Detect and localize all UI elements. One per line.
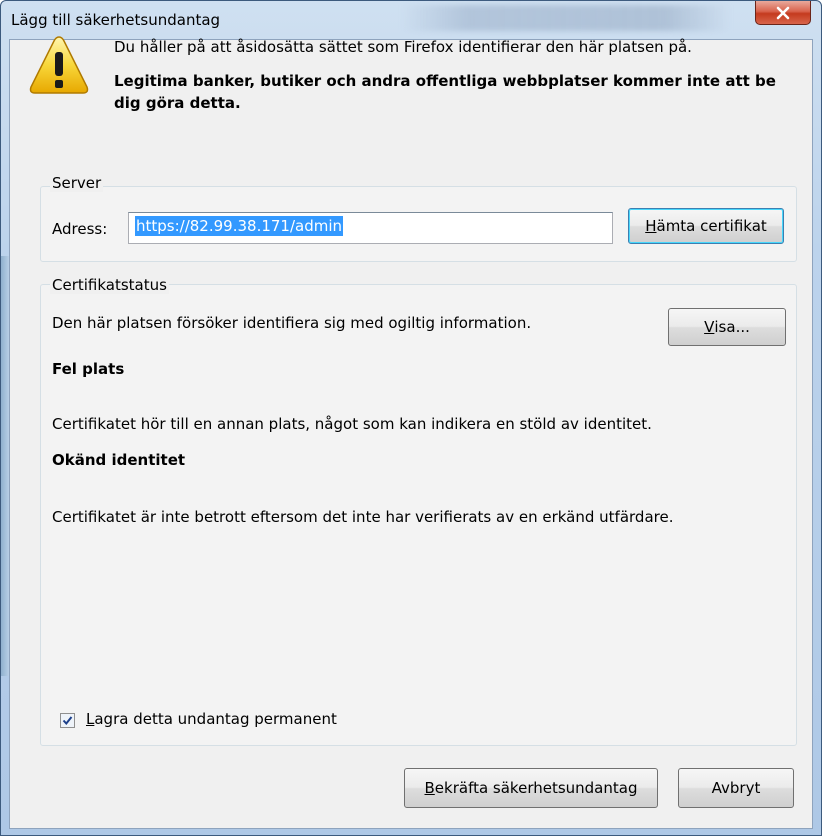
wrong-site-description: Certifikatet hör till en annan plats, nå… — [52, 415, 652, 433]
unknown-identity-description: Certifikatet är inte betrott eftersom de… — [52, 508, 674, 526]
fetch-certificate-label: ämta certifikat — [656, 217, 767, 235]
warning-icon — [29, 36, 89, 94]
close-icon — [776, 6, 790, 19]
certificate-status-text: Den här platsen försöker identifiera sig… — [52, 314, 532, 332]
view-certificate-label: isa... — [714, 318, 750, 336]
view-certificate-accel: V — [704, 318, 715, 336]
close-button[interactable] — [755, 1, 811, 25]
server-group-label: Server — [50, 174, 104, 192]
title-bar-background — [401, 5, 731, 31]
address-input[interactable]: https://82.99.38.171/admin — [128, 212, 613, 244]
confirm-exception-button[interactable]: Bekräfta säkerhetsundantag — [404, 768, 658, 808]
cancel-button[interactable]: Avbryt — [678, 768, 794, 808]
view-certificate-button[interactable]: Visa... — [668, 308, 786, 346]
certificate-status-label: Certifikatstatus — [50, 276, 169, 294]
permanent-checkbox-label[interactable]: Lagra detta undantag permanent — [86, 710, 337, 728]
checkmark-icon — [62, 716, 73, 726]
title-bar[interactable]: Lägg till säkerhetsundantag — [1, 1, 821, 39]
wrong-site-title: Fel plats — [52, 360, 125, 378]
confirm-label: ekräfta säkerhetsundantag — [434, 779, 638, 797]
confirm-accel: B — [424, 779, 435, 797]
fetch-certificate-button[interactable]: Hämta certifikat — [628, 208, 784, 244]
address-label: Adress: — [52, 220, 108, 238]
warning-emphasis: Legitima banker, butiker och andra offen… — [114, 72, 776, 112]
warning-message: Du håller på att åsidosätta sättet som F… — [114, 38, 692, 56]
fetch-certificate-accel: H — [645, 217, 657, 235]
window-title: Lägg till säkerhetsundantag — [11, 11, 221, 29]
unknown-identity-title: Okänd identitet — [52, 451, 186, 469]
permanent-label-text: agra detta undantag permanent — [94, 710, 337, 728]
permanent-checkbox[interactable] — [60, 713, 75, 728]
address-value: https://82.99.38.171/admin — [135, 216, 344, 236]
window-edge — [1, 256, 9, 676]
